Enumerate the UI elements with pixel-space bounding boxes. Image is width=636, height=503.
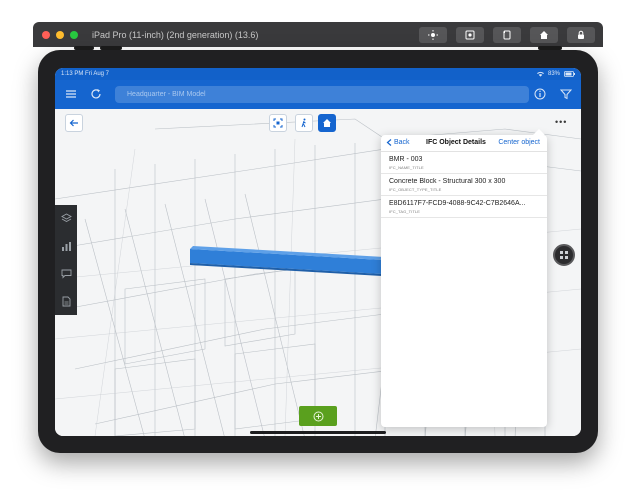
battery-icon <box>564 71 575 77</box>
floating-grid-button[interactable] <box>553 244 575 266</box>
filter-button[interactable] <box>559 87 573 101</box>
home-icon <box>323 119 331 127</box>
home-indicator[interactable] <box>250 431 386 434</box>
document-icon[interactable] <box>61 296 72 307</box>
layers-icon[interactable] <box>60 213 72 224</box>
window-controls <box>42 30 78 39</box>
chevron-left-icon <box>386 139 392 146</box>
volume-button <box>74 46 94 50</box>
simulator-titlebar: iPad Pro (11-inch) (2nd generation) (13.… <box>33 22 603 47</box>
home-icon <box>540 30 548 39</box>
screenshot-button[interactable] <box>456 26 484 43</box>
brightness-button[interactable] <box>419 26 447 43</box>
share-button[interactable] <box>533 87 547 101</box>
detail-label: IFC_TAG_TITLE <box>389 209 421 214</box>
back-label: Back <box>394 139 410 146</box>
zoom-window-button[interactable] <box>70 30 78 39</box>
info-icon <box>534 88 546 100</box>
add-action-button[interactable] <box>299 406 337 426</box>
popover-back-button[interactable]: Back <box>386 139 410 146</box>
plus-circle-icon <box>313 411 323 421</box>
fit-view-icon <box>273 118 283 128</box>
grid-icon <box>560 251 568 259</box>
detail-value: E8D6117F7-FCD9-4088-9C42-C7B2646A... <box>389 200 526 207</box>
status-bar: 1:13 PM Fri Aug 7 83% <box>55 68 581 80</box>
brightness-icon <box>428 29 438 40</box>
walk-icon <box>301 118 306 128</box>
bim-3d-viewport[interactable]: ••• Back IFC Object Details Center objec… <box>55 109 581 436</box>
status-time: 1:13 PM Fri Aug 7 <box>61 71 110 77</box>
popover-title: IFC Object Details <box>426 139 486 146</box>
arrow-left-icon <box>69 119 78 127</box>
detail-label: IFC_OBJECT_TYPE_TITLE <box>389 187 442 192</box>
home-button[interactable] <box>530 26 558 43</box>
minimize-window-button[interactable] <box>56 30 64 39</box>
lock-button[interactable] <box>567 26 595 43</box>
rotate-icon <box>503 30 511 39</box>
filter-icon <box>560 89 572 100</box>
wifi-icon <box>536 71 544 77</box>
detail-value: Concrete Block - Structural 300 x 300 <box>389 178 506 185</box>
detail-row[interactable]: E8D6117F7-FCD9-4088-9C42-C7B2646A... IFC… <box>381 196 547 218</box>
battery-percent: 83% <box>547 71 560 77</box>
popover-header: Back IFC Object Details Center object <box>381 135 547 152</box>
detail-row[interactable]: Concrete Block - Structural 300 x 300 IF… <box>381 174 547 196</box>
simulator-title: iPad Pro (11-inch) (2nd generation) (13.… <box>92 29 259 40</box>
lock-icon <box>578 30 584 39</box>
more-options-button[interactable]: ••• <box>555 117 567 127</box>
left-toolbar <box>55 205 77 315</box>
detail-label: IFC_NAME_TITLE <box>389 165 424 170</box>
refresh-icon <box>91 89 101 99</box>
center-object-button[interactable]: Center object <box>498 139 540 146</box>
fit-view-button[interactable] <box>269 114 287 132</box>
search-input[interactable]: Headquarter - BIM Model <box>115 86 529 103</box>
detail-row[interactable]: BMR - 003 IFC_NAME_TITLE <box>381 152 547 174</box>
comment-icon[interactable] <box>61 268 72 279</box>
detail-value: BMR - 003 <box>389 156 423 163</box>
bar-chart-icon[interactable] <box>61 241 72 252</box>
ifc-object-details-popover: Back IFC Object Details Center object BM… <box>381 129 547 427</box>
volume-button <box>100 46 122 50</box>
home-view-button[interactable] <box>318 114 336 132</box>
hamburger-icon <box>66 90 76 98</box>
walk-mode-button[interactable] <box>295 114 313 132</box>
close-window-button[interactable] <box>42 30 50 39</box>
screenshot-icon <box>465 30 475 39</box>
ipad-screen: 1:13 PM Fri Aug 7 83% Headquarter - BIM … <box>55 68 581 436</box>
top-nav-bar: Headquarter - BIM Model <box>55 80 581 109</box>
refresh-button[interactable] <box>89 87 103 101</box>
power-button <box>538 46 562 50</box>
rotate-button[interactable] <box>493 26 521 43</box>
viewport-back-button[interactable] <box>65 114 83 132</box>
menu-button[interactable] <box>64 87 78 101</box>
